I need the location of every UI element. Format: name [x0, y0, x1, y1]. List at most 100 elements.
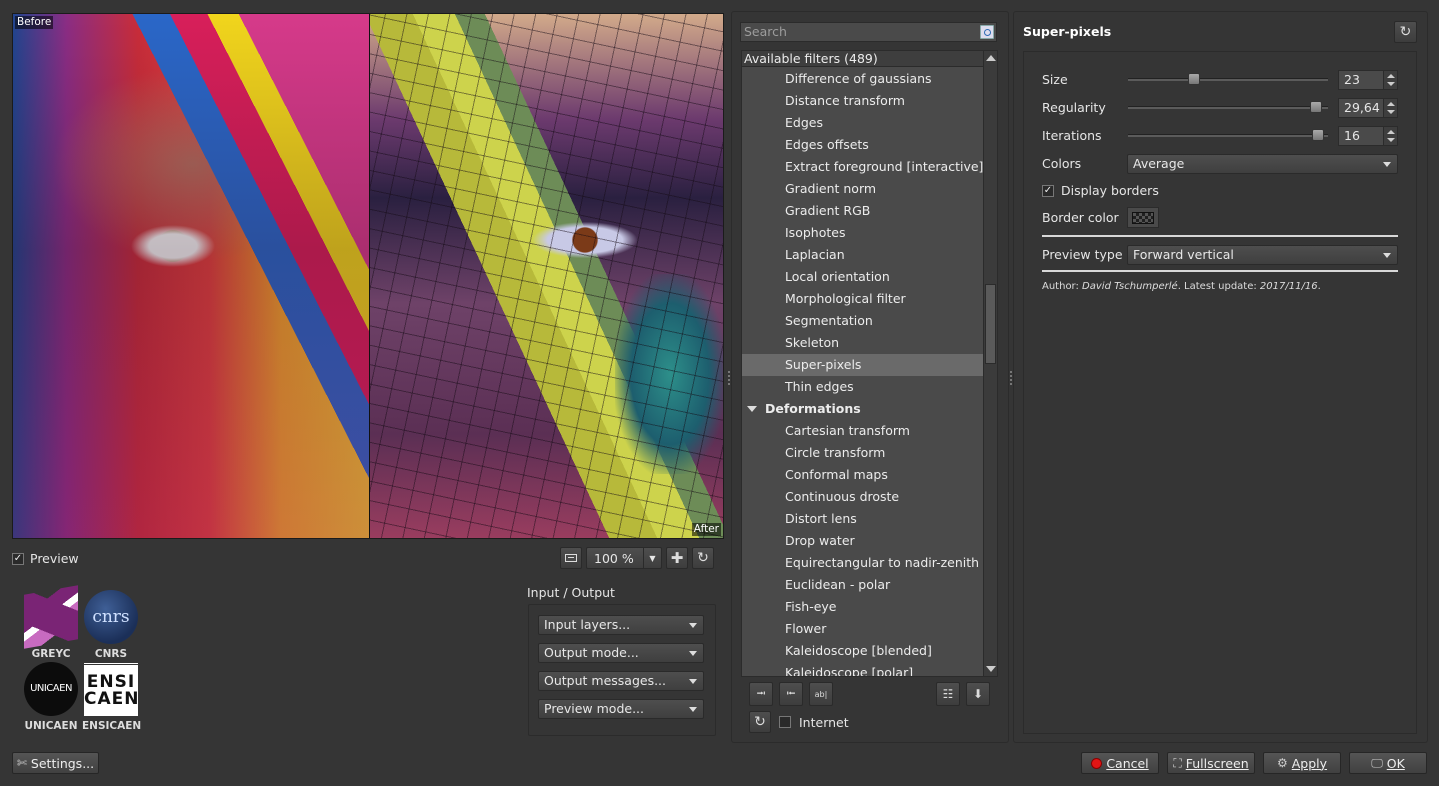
border-color-button[interactable] [1127, 207, 1159, 228]
cnrs-caption: CNRS [94, 648, 128, 660]
filter-item[interactable]: Conformal maps [742, 464, 984, 486]
reset-parameters-button[interactable]: ↻ [1394, 21, 1417, 43]
ensicaen-emblem: ENSI CAEN [84, 662, 138, 716]
filter-item[interactable]: Laplacian [742, 244, 984, 266]
preview-mode-combo[interactable]: Preview mode... [538, 699, 704, 719]
filter-item[interactable]: Distance transform [742, 90, 984, 112]
display-borders-checkbox[interactable]: ✓ Display borders [1042, 183, 1159, 198]
chevron-down-icon: ▼ [643, 548, 661, 568]
zoom-out-button[interactable] [560, 547, 582, 569]
preview-check-icon[interactable]: ✓ [12, 552, 24, 565]
filter-title: Super-pixels [1023, 24, 1112, 39]
filter-item[interactable]: Super-pixels [742, 354, 984, 376]
filter-item[interactable]: Thin edges [742, 376, 984, 398]
iterations-slider[interactable] [1128, 129, 1328, 141]
iterations-slider-knob[interactable] [1312, 129, 1324, 141]
iterations-spinbox[interactable]: 16 [1338, 126, 1398, 146]
rename-favorite-button[interactable]: ab| [809, 682, 833, 706]
filter-item[interactable]: Gradient norm [742, 178, 984, 200]
display-borders-check-icon[interactable]: ✓ [1042, 184, 1054, 197]
rename-icon: ab| [814, 689, 828, 699]
filter-item[interactable]: Isophotes [742, 222, 984, 244]
filter-item[interactable]: Distort lens [742, 508, 984, 530]
split-divider[interactable] [369, 14, 370, 538]
regularity-slider[interactable] [1128, 101, 1328, 113]
filter-item[interactable]: Flower [742, 618, 984, 640]
remove-favorite-button[interactable]: ⭰ [779, 682, 803, 706]
apply-label: Apply [1291, 755, 1328, 771]
output-messages-combo[interactable]: Output messages... [538, 671, 704, 691]
size-slider[interactable] [1128, 73, 1328, 85]
preview-canvas[interactable]: Before After [12, 13, 724, 539]
refresh-icon: ↻ [697, 550, 709, 566]
ensicaen-caption: ENSICAEN [82, 720, 142, 732]
scroll-thumb[interactable] [985, 284, 996, 364]
internet-checkbox[interactable] [779, 716, 791, 728]
regularity-slider-knob[interactable] [1310, 101, 1322, 113]
spin-arrows-icon[interactable] [1383, 127, 1397, 145]
expand-collapse-button[interactable]: ⬇ [966, 682, 990, 706]
zoom-level-combo[interactable]: 100 % ▼ [586, 547, 662, 569]
spin-arrows-icon[interactable] [1383, 71, 1397, 89]
after-label: After [691, 523, 721, 536]
filter-item[interactable]: Gradient RGB [742, 200, 984, 222]
refresh-icon: ↻ [1399, 24, 1412, 40]
reset-zoom-button[interactable]: ↻ [692, 547, 714, 569]
after-image [370, 14, 723, 538]
filter-item[interactable]: Local orientation [742, 266, 984, 288]
before-image [13, 14, 370, 538]
filter-tree[interactable]: Available filters (489) Difference of ga… [741, 50, 998, 677]
add-favorite-button[interactable]: ⭲ [749, 682, 773, 706]
search-input[interactable]: Search [740, 22, 997, 42]
size-slider-knob[interactable] [1188, 73, 1200, 85]
settings-button[interactable]: ✄ Settings... [12, 752, 99, 774]
filter-item[interactable]: Skeleton [742, 332, 984, 354]
splitter-handle-left[interactable] [728, 371, 730, 385]
filter-item[interactable]: Difference of gaussians [742, 68, 984, 90]
update-filters-button[interactable]: ↻ [749, 711, 771, 733]
filter-item[interactable]: Continuous droste [742, 486, 984, 508]
filter-item[interactable]: Kaleidoscope [polar] [742, 662, 984, 676]
apply-button[interactable]: ⚙ Apply [1263, 752, 1341, 774]
filter-item[interactable]: Circle transform [742, 442, 984, 464]
colors-combo[interactable]: Average [1127, 154, 1398, 174]
input-layers-combo[interactable]: Input layers... [538, 615, 704, 635]
filter-item[interactable]: Edges [742, 112, 984, 134]
filter-item[interactable]: Kaleidoscope [blended] [742, 640, 984, 662]
zoom-in-button[interactable]: ✚ [666, 547, 688, 569]
internet-row: ↻ Internet [749, 711, 849, 733]
fullscreen-label: Fullscreen [1185, 755, 1249, 771]
filter-item[interactable]: Fish-eye [742, 596, 984, 618]
output-mode-combo[interactable]: Output mode... [538, 643, 704, 663]
search-icon[interactable] [980, 25, 994, 39]
filter-item[interactable]: Edges offsets [742, 134, 984, 156]
filter-item[interactable]: Segmentation [742, 310, 984, 332]
preview-checkbox[interactable]: ✓ Preview [12, 551, 79, 566]
author-info: Author: David Tschumperlé. Latest update… [1042, 281, 1321, 292]
filter-item[interactable]: Equirectangular to nadir-zenith [742, 552, 984, 574]
regularity-spinbox[interactable]: 29,64 [1338, 98, 1398, 118]
spin-arrows-icon[interactable] [1383, 99, 1397, 117]
filter-item[interactable]: Drop water [742, 530, 984, 552]
colors-value: Average [1133, 156, 1185, 171]
scroll-up-icon[interactable] [986, 55, 996, 61]
selection-mode-button[interactable]: ☷ [936, 682, 960, 706]
size-spinbox[interactable]: 23 [1338, 70, 1398, 90]
filter-item[interactable]: Euclidean - polar [742, 574, 984, 596]
ok-button[interactable]: 🖵 OK [1349, 752, 1427, 774]
update-prefix: . Latest update: [1177, 281, 1260, 292]
fullscreen-button[interactable]: ⛶ Fullscreen [1167, 752, 1255, 774]
ensicaen-logo: ENSI CAEN ENSICAEN [82, 662, 142, 732]
cancel-button[interactable]: Cancel [1081, 752, 1159, 774]
search-placeholder: Search [744, 24, 787, 39]
preview-type-combo[interactable]: Forward vertical [1127, 245, 1398, 265]
scroll-down-icon[interactable] [986, 666, 996, 672]
chevron-down-icon [689, 679, 697, 684]
filter-category[interactable]: Deformations [742, 398, 984, 420]
filter-item[interactable]: Extract foreground [interactive] [742, 156, 984, 178]
update-date: 2017/11/16 [1259, 281, 1318, 292]
filter-tree-scrollbar[interactable] [983, 51, 997, 676]
filter-item[interactable]: Morphological filter [742, 288, 984, 310]
filter-item[interactable]: Cartesian transform [742, 420, 984, 442]
splitter-handle-right[interactable] [1010, 371, 1012, 385]
